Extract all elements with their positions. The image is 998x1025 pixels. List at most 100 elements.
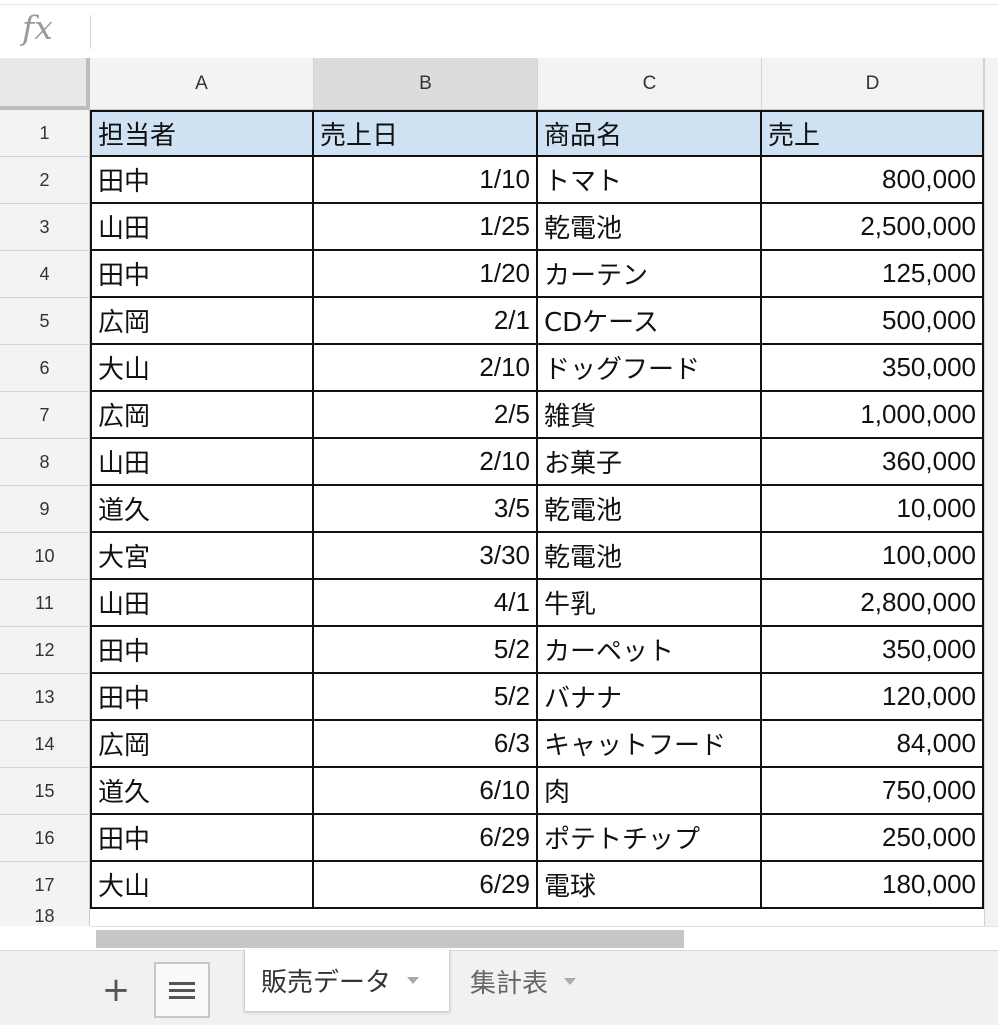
row-header-4[interactable]: 4 — [0, 251, 90, 298]
cell-d4[interactable]: 125,000 — [762, 251, 984, 298]
row-header-13[interactable]: 13 — [0, 674, 90, 721]
row-header-3[interactable]: 3 — [0, 204, 90, 251]
cell-b6[interactable]: 2/10 — [314, 345, 538, 392]
cell-c3[interactable]: 乾電池 — [538, 204, 762, 251]
column-header-d[interactable]: D — [762, 58, 984, 110]
cell-a8[interactable]: 山田 — [90, 439, 314, 486]
cell-d13[interactable]: 120,000 — [762, 674, 984, 721]
chevron-down-icon[interactable] — [407, 977, 420, 984]
cell-c6[interactable]: ドッグフード — [538, 345, 762, 392]
cell-d10[interactable]: 100,000 — [762, 533, 984, 580]
row-header-14[interactable]: 14 — [0, 721, 90, 768]
cell-a11[interactable]: 山田 — [90, 580, 314, 627]
horizontal-scrollbar-thumb[interactable] — [96, 930, 684, 948]
cell-b15[interactable]: 6/10 — [314, 768, 538, 815]
cell-d17[interactable]: 180,000 — [762, 862, 984, 909]
cell-b9[interactable]: 3/5 — [314, 486, 538, 533]
column-header-b[interactable]: B — [314, 58, 538, 110]
row-header-6[interactable]: 6 — [0, 345, 90, 392]
cell-c7[interactable]: 雑貨 — [538, 392, 762, 439]
cell-c5[interactable]: CDケース — [538, 298, 762, 345]
cell-b2[interactable]: 1/10 — [314, 157, 538, 204]
cell-b8[interactable]: 2/10 — [314, 439, 538, 486]
cell-b5[interactable]: 2/1 — [314, 298, 538, 345]
select-all-corner[interactable] — [0, 58, 90, 110]
list-icon — [169, 978, 195, 1003]
cell-a15[interactable]: 道久 — [90, 768, 314, 815]
cell-a6[interactable]: 大山 — [90, 345, 314, 392]
cell-b12[interactable]: 5/2 — [314, 627, 538, 674]
cell-a12[interactable]: 田中 — [90, 627, 314, 674]
sheet-tab-active[interactable]: 販売データ — [244, 950, 450, 1012]
cell-b13[interactable]: 5/2 — [314, 674, 538, 721]
cell-c11[interactable]: 牛乳 — [538, 580, 762, 627]
cell-a14[interactable]: 広岡 — [90, 721, 314, 768]
cell-b16[interactable]: 6/29 — [314, 815, 538, 862]
cell-c14[interactable]: キャットフード — [538, 721, 762, 768]
cell-d5[interactable]: 500,000 — [762, 298, 984, 345]
cell-d1[interactable]: 売上 — [762, 110, 984, 157]
row-header-5[interactable]: 5 — [0, 298, 90, 345]
row-header-7[interactable]: 7 — [0, 392, 90, 439]
cell-d15[interactable]: 750,000 — [762, 768, 984, 815]
cell-c2[interactable]: トマト — [538, 157, 762, 204]
cell-a9[interactable]: 道久 — [90, 486, 314, 533]
cell-c16[interactable]: ポテトチップ — [538, 815, 762, 862]
cell-d12[interactable]: 350,000 — [762, 627, 984, 674]
cell-d14[interactable]: 84,000 — [762, 721, 984, 768]
row-header-1[interactable]: 1 — [0, 110, 90, 157]
cell-b17[interactable]: 6/29 — [314, 862, 538, 909]
cell-d9[interactable]: 10,000 — [762, 486, 984, 533]
row-header-9[interactable]: 9 — [0, 486, 90, 533]
cell-a2[interactable]: 田中 — [90, 157, 314, 204]
cell-b4[interactable]: 1/20 — [314, 251, 538, 298]
cell-d3[interactable]: 2,500,000 — [762, 204, 984, 251]
cell-c4[interactable]: カーテン — [538, 251, 762, 298]
cell-b1[interactable]: 売上日 — [314, 110, 538, 157]
row-header-11[interactable]: 11 — [0, 580, 90, 627]
cell-a16[interactable]: 田中 — [90, 815, 314, 862]
cell-c1[interactable]: 商品名 — [538, 110, 762, 157]
cell-d7[interactable]: 1,000,000 — [762, 392, 984, 439]
row-header-15[interactable]: 15 — [0, 768, 90, 815]
cell-d2[interactable]: 800,000 — [762, 157, 984, 204]
sheet-tab-inactive[interactable]: 集計表 — [454, 950, 604, 1012]
cell-a10[interactable]: 大宮 — [90, 533, 314, 580]
row-header-10[interactable]: 10 — [0, 533, 90, 580]
cell-a5[interactable]: 広岡 — [90, 298, 314, 345]
cell-c12[interactable]: カーペット — [538, 627, 762, 674]
chevron-down-icon[interactable] — [564, 977, 577, 985]
formula-input[interactable] — [100, 12, 984, 52]
cell-b3[interactable]: 1/25 — [314, 204, 538, 251]
cell-c10[interactable]: 乾電池 — [538, 533, 762, 580]
column-header-c[interactable]: C — [538, 58, 762, 110]
cell-a17[interactable]: 大山 — [90, 862, 314, 909]
cell-a1[interactable]: 担当者 — [90, 110, 314, 157]
cell-b10[interactable]: 3/30 — [314, 533, 538, 580]
all-sheets-button[interactable] — [154, 962, 210, 1018]
cell-d11[interactable]: 2,800,000 — [762, 580, 984, 627]
cell-b7[interactable]: 2/5 — [314, 392, 538, 439]
cell-a4[interactable]: 田中 — [90, 251, 314, 298]
cell-a3[interactable]: 山田 — [90, 204, 314, 251]
cell-d6[interactable]: 350,000 — [762, 345, 984, 392]
add-sheet-button[interactable]: + — [96, 968, 136, 1012]
cell-b14[interactable]: 6/3 — [314, 721, 538, 768]
cell-c9[interactable]: 乾電池 — [538, 486, 762, 533]
cell-a13[interactable]: 田中 — [90, 674, 314, 721]
row-header-16[interactable]: 16 — [0, 815, 90, 862]
row-header-12[interactable]: 12 — [0, 627, 90, 674]
cell-d16[interactable]: 250,000 — [762, 815, 984, 862]
cell-c13[interactable]: バナナ — [538, 674, 762, 721]
row-header-17[interactable]: 17 — [0, 862, 90, 909]
row-header-8[interactable]: 8 — [0, 439, 90, 486]
cell-c8[interactable]: お菓子 — [538, 439, 762, 486]
column-header-a[interactable]: A — [90, 58, 314, 110]
cell-c15[interactable]: 肉 — [538, 768, 762, 815]
cell-c17[interactable]: 電球 — [538, 862, 762, 909]
row-header-18[interactable]: 18 — [0, 906, 90, 926]
cell-b11[interactable]: 4/1 — [314, 580, 538, 627]
row-header-2[interactable]: 2 — [0, 157, 90, 204]
cell-d8[interactable]: 360,000 — [762, 439, 984, 486]
cell-a7[interactable]: 広岡 — [90, 392, 314, 439]
